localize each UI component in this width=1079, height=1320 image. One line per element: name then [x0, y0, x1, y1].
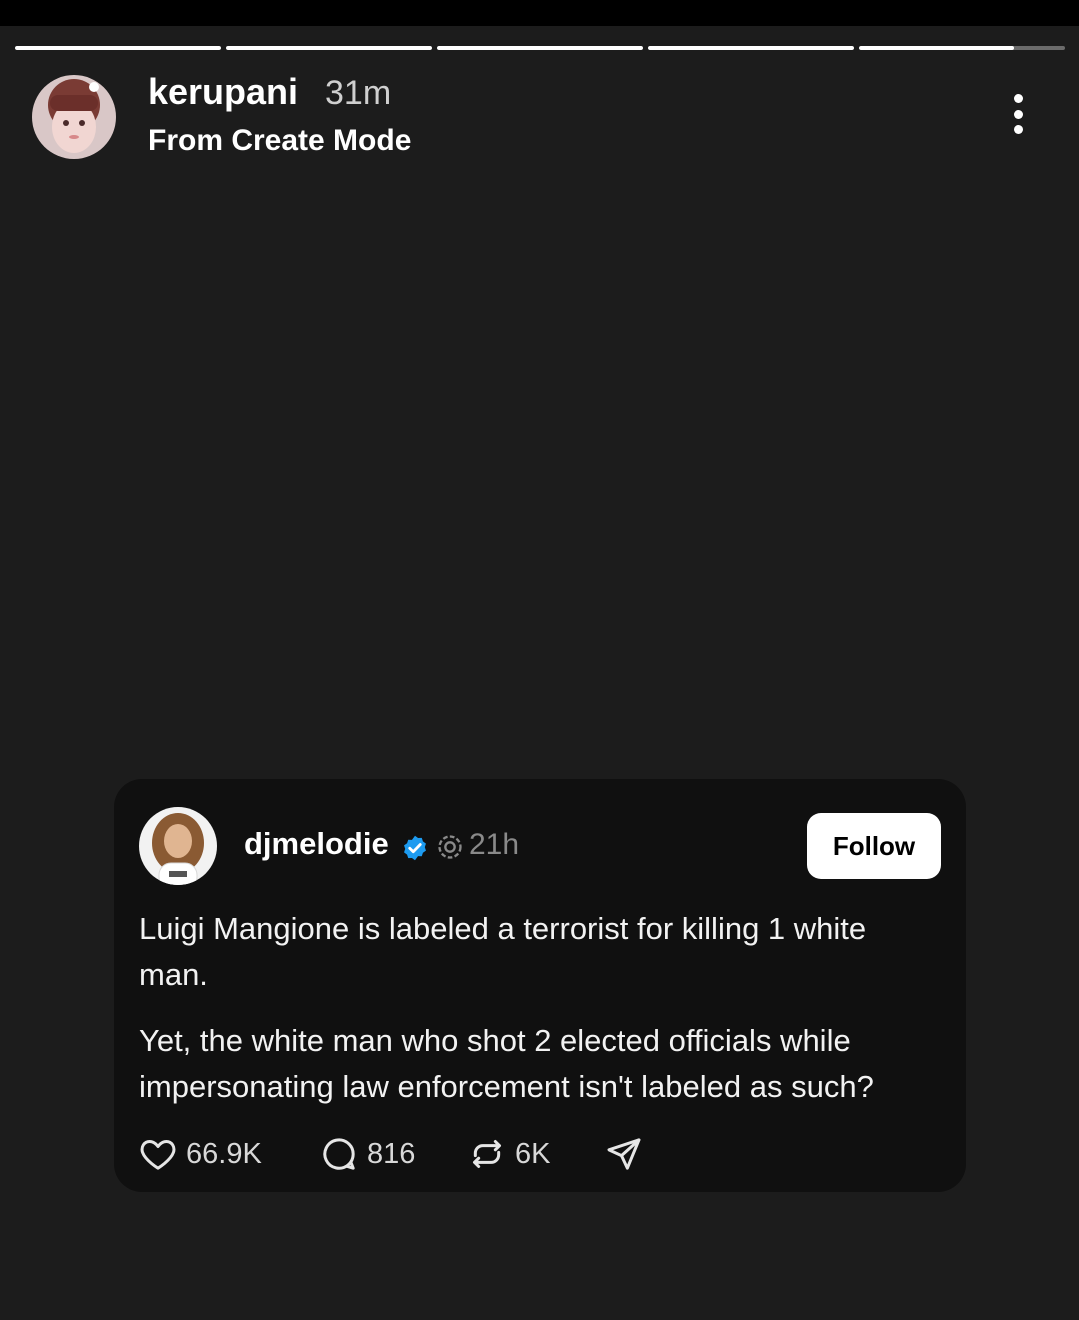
- post-text-paragraph: Yet, the white man who shot 2 elected of…: [139, 1023, 874, 1104]
- avatar-image: [32, 75, 116, 159]
- like-button[interactable]: 66.9K: [138, 1132, 262, 1176]
- shared-post-card[interactable]: djmelodie 21h Follow Luigi Mangione is l…: [114, 779, 966, 1192]
- story-progress-segment: [648, 46, 854, 50]
- more-vertical-icon-dot: [1013, 125, 1023, 134]
- story-timestamp: 31m: [325, 74, 392, 112]
- follow-button[interactable]: Follow: [807, 813, 941, 879]
- more-options-button[interactable]: [996, 88, 1040, 140]
- status-bar-strip: [0, 0, 1079, 26]
- story-progress-segment: [15, 46, 221, 50]
- heart-icon: [140, 1140, 176, 1170]
- share-button[interactable]: [604, 1132, 644, 1176]
- more-vertical-icon-dot: [1013, 109, 1023, 119]
- story-progress-fill: [648, 46, 854, 50]
- repost-icon: [473, 1140, 501, 1168]
- repost-button[interactable]: 6K: [467, 1132, 550, 1176]
- story-author-avatar[interactable]: [32, 75, 116, 159]
- avatar-image: [139, 807, 217, 885]
- story-progress-segment: [859, 46, 1065, 50]
- story-progress-fill: [859, 46, 1014, 50]
- more-vertical-icon-dot: [1013, 94, 1023, 103]
- story-progress-segment: [226, 46, 432, 50]
- comment-icon: [323, 1138, 355, 1170]
- post-author-avatar[interactable]: [139, 807, 217, 885]
- story-subtitle: From Create Mode: [148, 124, 412, 157]
- comment-button[interactable]: 816: [319, 1132, 415, 1176]
- comment-count: 816: [367, 1137, 416, 1170]
- post-text-paragraph: Luigi Mangione is labeled a terrorist fo…: [139, 911, 867, 992]
- send-icon: [607, 1138, 641, 1170]
- story-author-name[interactable]: kerupani: [148, 71, 298, 113]
- like-count: 66.9K: [186, 1137, 262, 1170]
- post-author-username[interactable]: djmelodie: [244, 826, 389, 862]
- story-progress-fill: [15, 46, 221, 50]
- story-progress-fill: [437, 46, 643, 50]
- story-progress-segment: [437, 46, 643, 50]
- story-progress-fill: [226, 46, 432, 50]
- verified-badge-icon: [404, 835, 426, 861]
- story-progress-bar: [15, 46, 1065, 50]
- repost-count: 6K: [515, 1137, 551, 1170]
- threads-ring-icon: [438, 835, 462, 859]
- post-timestamp: 21h: [469, 828, 520, 861]
